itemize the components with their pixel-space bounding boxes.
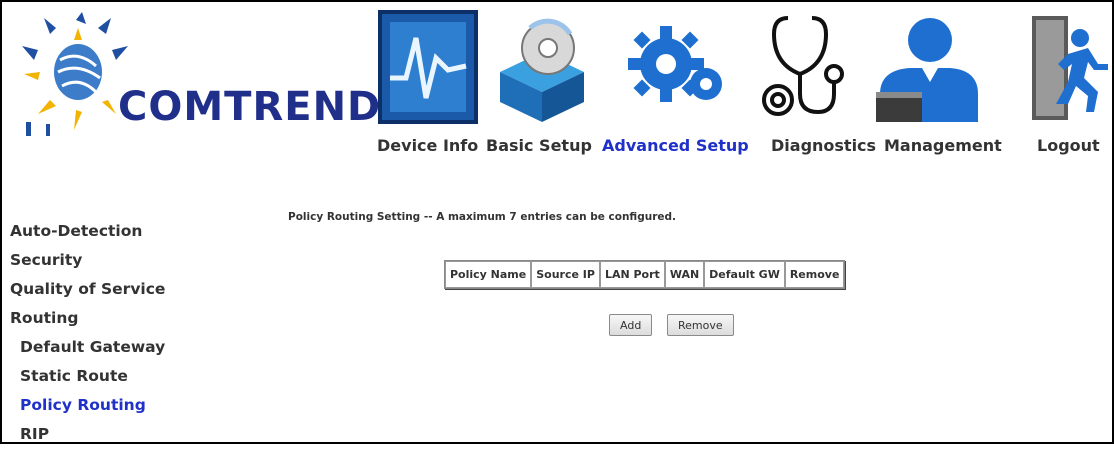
sidebar-item-static-route[interactable]: Static Route (10, 362, 220, 391)
sidebar-item-rip[interactable]: RIP (10, 420, 220, 449)
column-header-source-ip: Source IP (531, 261, 600, 288)
page-heading: Policy Routing Setting -- A maximum 7 en… (288, 211, 677, 223)
logout-icon[interactable] (1018, 8, 1108, 126)
diagnostics-icon[interactable] (754, 8, 854, 126)
main-content: Policy Routing Setting -- A maximum 7 en… (222, 200, 1110, 440)
device-info-icon[interactable] (376, 8, 480, 126)
brand-wordmark: COMTREND (118, 84, 382, 130)
sidebar-item-policy-routing[interactable]: Policy Routing (10, 391, 220, 420)
column-header-default-gw: Default GW (704, 261, 785, 288)
sidebar-item-routing[interactable]: Routing (10, 304, 220, 333)
advanced-setup-icon[interactable] (622, 8, 732, 126)
nav-basic-setup[interactable]: Basic Setup (486, 136, 592, 155)
sidebar-item-default-gateway[interactable]: Default Gateway (10, 333, 220, 362)
column-header-policy-name: Policy Name (445, 261, 532, 288)
management-icon[interactable] (870, 8, 980, 126)
nav-diagnostics[interactable]: Diagnostics (771, 136, 876, 155)
add-button[interactable]: Add (609, 314, 653, 336)
nav-advanced-setup[interactable]: Advanced Setup (602, 136, 749, 155)
sidebar-item-quality-of-service[interactable]: Quality of Service (10, 275, 220, 304)
basic-setup-icon[interactable] (490, 8, 594, 126)
sidebar-menu: Auto-Detection Security Quality of Servi… (10, 207, 220, 449)
column-header-lan-port: LAN Port (599, 261, 665, 288)
sidebar-item-auto-detection[interactable]: Auto-Detection (10, 217, 220, 246)
nav-device-info[interactable]: Device Info (377, 136, 478, 155)
header: COMTREND Device Info Basic Setup Advance… (2, 2, 1112, 197)
sidebar-item-security[interactable]: Security (10, 246, 220, 275)
comtrend-logo: COMTREND (16, 10, 380, 190)
nav-logout[interactable]: Logout (1037, 136, 1100, 155)
column-header-remove: Remove (784, 261, 845, 288)
remove-button[interactable]: Remove (667, 314, 734, 336)
policy-routing-table: Policy Name Source IP LAN Port WAN Defau… (444, 260, 846, 289)
column-header-wan: WAN (664, 261, 705, 288)
nav-management[interactable]: Management (884, 136, 1002, 155)
table-header-row: Policy Name Source IP LAN Port WAN Defau… (445, 261, 845, 288)
